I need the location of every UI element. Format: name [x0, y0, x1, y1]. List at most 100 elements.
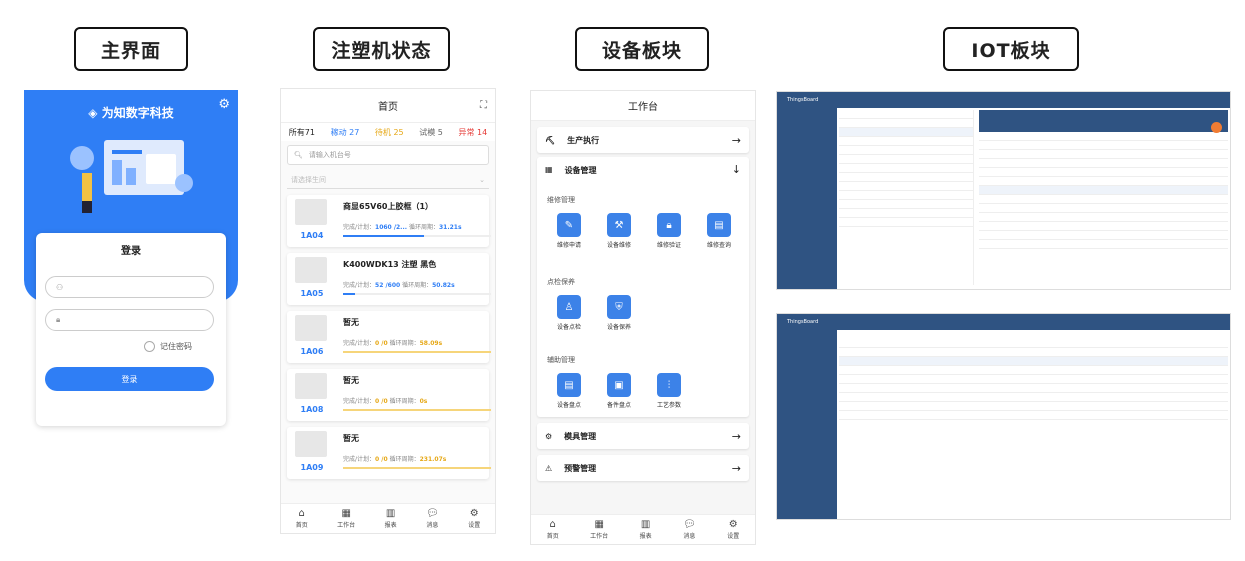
username-input[interactable]: ⚇ — [45, 276, 214, 298]
bottom-tabbar: ⌂ 首页 ▦ 工作台 ▥ 报表 💬︎ 消息 ⚙ 设置 — [531, 514, 755, 544]
iot-sidebar — [777, 108, 837, 289]
tab-1[interactable]: ▦ 工作台 — [590, 519, 608, 540]
tab-3[interactable]: 💬︎ 消息 — [426, 508, 439, 529]
machine-code: 1A06 — [300, 347, 324, 356]
tile-icon: ⛨ — [607, 295, 631, 319]
tab-0[interactable]: ⌂ 首页 — [296, 508, 308, 529]
machine-card[interactable]: 1A09 暂无 完成/计划：0 /0 循环周期：231.07s — [287, 427, 491, 479]
tile-icon: ▤ — [557, 373, 581, 397]
iot-content — [839, 110, 1228, 287]
cycle-value: 231.07s — [419, 456, 447, 463]
tile-inspect_tiles[interactable]: ♙ 设备点检 — [549, 295, 589, 331]
progress-fill — [343, 293, 355, 295]
progress-bar — [343, 409, 491, 411]
tab-4[interactable]: ⚙ 设置 — [727, 519, 739, 540]
tab-label: 首页 — [295, 522, 308, 529]
tab-1[interactable]: ▦ 工作台 — [337, 508, 355, 529]
cycle-value: 50.82s — [432, 282, 455, 289]
tab-label: 报表 — [384, 522, 397, 529]
progress-bar — [343, 235, 491, 237]
bottom-tabbar: ⌂ 首页 ▦ 工作台 ▥ 报表 💬︎ 消息 ⚙ 设置 — [281, 503, 495, 533]
company-logo: ◈ 为知数字科技 — [88, 106, 174, 120]
remember-toggle[interactable]: 记住密码 — [144, 341, 192, 352]
remember-label: 记住密码 — [160, 342, 192, 351]
search-placeholder: 请输入机台号 — [308, 151, 351, 159]
machine-product: K400WDK13 注塑 黑色 — [343, 260, 437, 269]
iot-sidebar — [777, 330, 837, 519]
machine-code: 1A04 — [300, 231, 324, 240]
cycle-value: 0s — [419, 398, 428, 405]
alert-row[interactable]: ⚠ 预警管理 → — [537, 455, 749, 481]
mold-row[interactable]: ⚙ 模具管理 → — [537, 423, 749, 449]
arrow-right-icon: → — [731, 461, 741, 475]
tab-label: 工作台 — [590, 533, 609, 540]
tile-aux_tiles[interactable]: ⫶ 工艺参数 — [649, 373, 689, 409]
tile-aux_tiles[interactable]: ▤ 设备盘点 — [549, 373, 589, 409]
done-label: 完成/计划： — [343, 224, 376, 231]
arrow-down-icon[interactable]: ↓ — [732, 163, 741, 176]
tile-icon: ⚒ — [607, 213, 631, 237]
tile-label: 设备点检 — [556, 324, 581, 331]
machine-product: 暂无 — [343, 434, 359, 443]
cycle-value: 31.21s — [438, 224, 462, 231]
tab-4[interactable]: ⚙ 设置 — [468, 508, 480, 529]
equipment-row[interactable]: ▦ 设备管理 — [545, 165, 597, 176]
tab-2[interactable]: ▥ 报表 — [385, 508, 397, 529]
iot-brand: ThingsBoard — [787, 97, 819, 103]
tile-inspect_tiles[interactable]: ⛨ 设备保养 — [599, 295, 639, 331]
progress-bar — [343, 467, 491, 469]
tile-label: 维修查询 — [706, 242, 731, 249]
filter-tab[interactable]: 所有71 — [289, 127, 315, 138]
machine-code: 1A05 — [300, 289, 324, 298]
scan-icon[interactable]: ⛶ — [480, 100, 487, 111]
lock-icon: 🔒︎ — [56, 315, 61, 324]
production-row[interactable]: ⛏ 生产执行 → — [537, 127, 749, 153]
progress-bar — [343, 351, 491, 353]
login-screen: ◈ 为知数字科技 ⚙ 登录 ⚇ 🔒︎ 记住密码 登录 — [24, 90, 238, 522]
filter-tab[interactable]: 待机 25 — [375, 127, 404, 138]
section-aux: 辅助管理 — [547, 356, 575, 364]
equipment-box: ▦ 设备管理 ↓ 维修管理 ✎ 维修申请 ⚒ 设备维修 🔒︎ 维修验证 ▤ 维修查询 点检保养… — [537, 157, 749, 417]
gear-icon[interactable]: ⚙ — [218, 97, 230, 112]
tab-0[interactable]: ⌂ 首页 — [547, 519, 559, 540]
cycle-label: 循环周期： — [389, 456, 420, 463]
chart-icon: ▥ — [385, 508, 396, 519]
machine-card[interactable]: 1A08 暂无 完成/计划：0 /0 循环周期：0s — [287, 369, 491, 421]
checkbox-icon[interactable] — [144, 341, 155, 352]
iot-detail-panel — [979, 110, 1228, 285]
injection-screen: 首页 ⛶ 所有71 稼动 27 待机 25 试模 5 异常 14 🔍︎ 请输入机台号 请… — [280, 88, 496, 534]
tile-repair_tiles[interactable]: ✎ 维修申请 — [549, 213, 589, 249]
tile-label: 设备保养 — [606, 324, 631, 331]
message-icon: 💬︎ — [683, 519, 696, 530]
password-input[interactable]: 🔒︎ — [45, 309, 214, 331]
grid-icon: ▦ — [594, 519, 604, 530]
tile-repair_tiles[interactable]: 🔒︎ 维修验证 — [649, 213, 689, 249]
filter-tab[interactable]: 试模 5 — [419, 127, 443, 138]
machine-list: 1A04 商显65V60上胶框（1） 完成/计划：1060 /2... 循环周期：3… — [281, 195, 495, 479]
login-card: 登录 ⚇ 🔒︎ 记住密码 登录 — [36, 233, 226, 426]
machine-image-icon — [295, 257, 327, 283]
gear-icon: ⚙ — [469, 508, 479, 519]
add-icon[interactable] — [1211, 122, 1222, 133]
tile-repair_tiles[interactable]: ⚒ 设备维修 — [599, 213, 639, 249]
search-input[interactable]: 🔍︎ 请输入机台号 — [287, 145, 489, 165]
grid-icon: ▦ — [341, 508, 351, 519]
tile-repair_tiles[interactable]: ▤ 维修查询 — [699, 213, 739, 249]
machine-card[interactable]: 1A05 K400WDK13 注塑 黑色 完成/计划：52 /600 循环周期：50… — [287, 253, 491, 305]
tab-3[interactable]: 💬︎ 消息 — [683, 519, 696, 540]
workshop-select[interactable]: 请选择生间 ⌄ — [287, 171, 489, 189]
label-injection: 注塑机状态 — [313, 27, 450, 71]
tile-aux_tiles[interactable]: ▣ 备件盘点 — [599, 373, 639, 409]
iot-brand: ThingsBoard — [787, 319, 819, 325]
company-name: 为知数字科技 — [101, 106, 174, 120]
filter-tab[interactable]: 稼动 27 — [331, 127, 360, 138]
done-label: 完成/计划： — [343, 456, 376, 463]
iot-screenshot-top: ThingsBoard — [776, 91, 1231, 290]
machine-card[interactable]: 1A04 商显65V60上胶框（1） 完成/计划：1060 /2... 循环周期：3… — [287, 195, 491, 247]
search-icon: 🔍︎ — [294, 151, 303, 159]
login-button[interactable]: 登录 — [45, 367, 214, 391]
tab-2[interactable]: ▥ 报表 — [640, 519, 652, 540]
machine-card[interactable]: 1A06 暂无 完成/计划：0 /0 循环周期：58.09s — [287, 311, 491, 363]
section-inspect: 点检保养 — [547, 278, 575, 286]
filter-tab[interactable]: 异常 14 — [458, 127, 487, 138]
